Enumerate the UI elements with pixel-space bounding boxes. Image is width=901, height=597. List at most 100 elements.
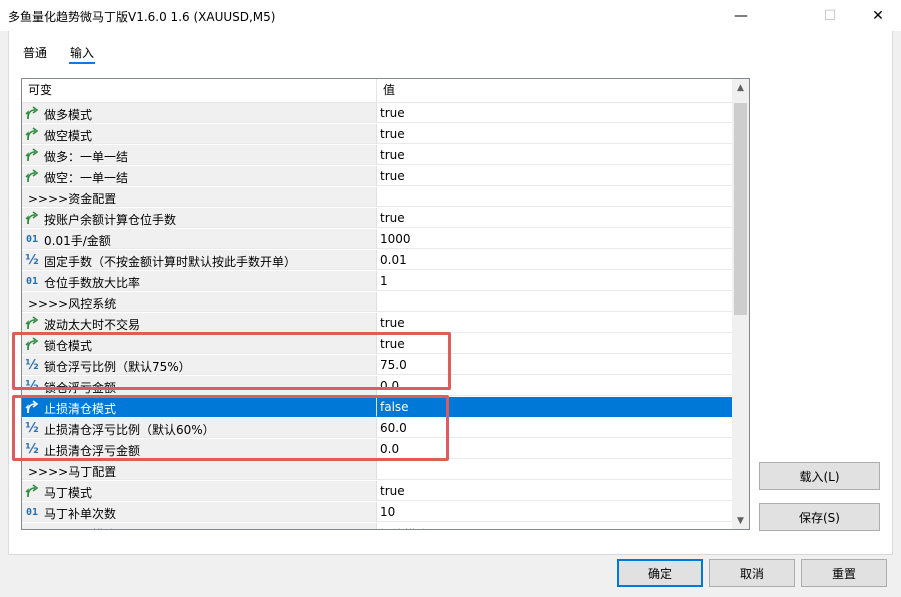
value-cell[interactable]: 1000 <box>377 229 732 249</box>
variable-name: 0.01手/金额 <box>44 234 111 248</box>
variable-value: true <box>380 316 405 330</box>
value-cell[interactable]: 0.01 <box>377 250 732 270</box>
active-tab-indicator <box>69 62 95 64</box>
variable-value: 0.01 <box>380 253 407 267</box>
variable-cell[interactable]: 01 仓位手数放大比率 <box>22 271 377 291</box>
value-cell[interactable] <box>377 292 732 312</box>
bool-arrow-icon <box>24 315 40 331</box>
value-cell[interactable] <box>377 187 732 207</box>
vertical-scrollbar[interactable]: ▲ ▼ <box>732 79 749 529</box>
variable-value: true <box>380 211 405 225</box>
double-icon: ½ <box>25 252 39 268</box>
close-button[interactable]: ✕ <box>855 0 901 31</box>
title-bar: 多鱼量化趋势微马丁版V1.6.0 1.6 (XAUUSD,M5) — ☐ ✕ <box>0 0 901 31</box>
save-button[interactable]: 保存(S) <box>759 503 880 531</box>
grid-row[interactable]: 按账户余额计算仓位手数 true <box>22 208 732 229</box>
int-icon: 01 <box>25 506 39 518</box>
value-cell[interactable]: true <box>377 145 732 165</box>
variable-name: 仓位手数放大比率 <box>44 276 141 290</box>
variable-value: 10 <box>380 505 396 519</box>
bool-arrow-icon <box>24 483 40 499</box>
ok-button[interactable]: 确定 <box>617 559 703 587</box>
grid-row[interactable]: 做空模式 true <box>22 124 732 145</box>
tab-inputs[interactable]: 输入 <box>70 44 94 61</box>
grid-row[interactable]: 做多模式 true <box>22 103 732 124</box>
variable-cell[interactable]: >>>>风控系统 <box>22 292 377 312</box>
variable-name: >>>>马丁配置 <box>28 465 117 479</box>
bool-arrow-icon <box>24 147 40 163</box>
variable-cell[interactable]: 做空模式 <box>22 124 377 144</box>
grid-header: 可变 值 <box>22 79 732 103</box>
grid-row[interactable]: >>>>资金配置 <box>22 187 732 208</box>
variable-cell[interactable]: 做多模式 <box>22 103 377 123</box>
grid-row[interactable]: >>>>马丁配置 <box>22 460 732 481</box>
variable-cell[interactable]: 马丁模式 <box>22 481 377 501</box>
int-icon: 01 <box>25 233 39 245</box>
bool-arrow-icon <box>24 210 40 226</box>
column-header-variable[interactable]: 可变 <box>22 79 377 102</box>
value-cell[interactable]: true <box>377 166 732 186</box>
scroll-down-arrow-icon[interactable]: ▼ <box>732 512 749 529</box>
variable-cell[interactable]: 波动太大时不交易 <box>22 313 377 333</box>
cancel-button[interactable]: 取消 <box>709 559 795 587</box>
grid-row[interactable]: ½ 固定手数（不按金额计算时默认按此手数开单） 0.01 <box>22 250 732 271</box>
bool-arrow-icon <box>24 105 40 121</box>
variable-cell[interactable]: 做多：一单一结 <box>22 145 377 165</box>
bool-arrow-icon <box>24 126 40 142</box>
variable-name: 做多模式 <box>44 108 93 122</box>
variable-cell[interactable]: 做空：一单一结 <box>22 166 377 186</box>
variable-name: 做空模式 <box>44 129 93 143</box>
variable-name: >>>>风控系统 <box>28 297 117 311</box>
load-button[interactable]: 载入(L) <box>759 462 880 490</box>
grid-row[interactable]: 01 0.01手/金额 1000 <box>22 229 732 250</box>
variable-name: >>>>资金配置 <box>28 192 117 206</box>
grid-row[interactable]: 01 仓位手数放大比率 1 <box>22 271 732 292</box>
variable-cell[interactable]: >>>>资金配置 <box>22 187 377 207</box>
column-header-value[interactable]: 值 <box>377 79 732 102</box>
grid-row[interactable]: 做多：一单一结 true <box>22 145 732 166</box>
variable-value: 1000 <box>380 232 411 246</box>
dialog-footer: 确定 取消 重置 <box>0 555 901 597</box>
variable-name: 马丁补单次数 <box>44 507 117 521</box>
variable-name: 马丁模式 <box>44 486 93 500</box>
grid-row[interactable]: 01 马丁补单次数 10 <box>22 502 732 523</box>
variable-value: true <box>380 484 405 498</box>
value-cell[interactable]: 1 <box>377 271 732 291</box>
value-cell[interactable]: true <box>377 208 732 228</box>
grid-row[interactable]: ☰ 马丁间隔模式 智能模式 <box>22 523 732 529</box>
minimize-button[interactable]: — <box>718 0 764 31</box>
bool-arrow-icon <box>24 168 40 184</box>
tab-general[interactable]: 普通 <box>23 44 47 61</box>
scroll-up-arrow-icon[interactable]: ▲ <box>732 79 749 96</box>
value-cell[interactable]: 智能模式 <box>377 523 732 529</box>
variable-cell[interactable]: >>>>马丁配置 <box>22 460 377 480</box>
value-cell[interactable]: true <box>377 124 732 144</box>
highlight-box-stoploss <box>12 395 449 461</box>
grid-row[interactable]: >>>>风控系统 <box>22 292 732 313</box>
variable-name: 做空：一单一结 <box>44 171 129 185</box>
grid-row[interactable]: 做空：一单一结 true <box>22 166 732 187</box>
grid-row[interactable]: 马丁模式 true <box>22 481 732 502</box>
reset-button[interactable]: 重置 <box>801 559 887 587</box>
variable-value: true <box>380 127 405 141</box>
variable-cell[interactable]: 按账户余额计算仓位手数 <box>22 208 377 228</box>
inputs-grid[interactable]: 可变 值 做多模式 true 做空模式 true 做多：一单一结 true 做空：一单一结 t… <box>21 78 750 530</box>
value-cell[interactable] <box>377 460 732 480</box>
highlight-box-lock <box>12 332 451 390</box>
variable-cell[interactable]: ½ 固定手数（不按金额计算时默认按此手数开单） <box>22 250 377 270</box>
window-title: 多鱼量化趋势微马丁版V1.6.0 1.6 (XAUUSD,M5) <box>8 10 276 24</box>
value-cell[interactable]: 10 <box>377 502 732 522</box>
variable-value: 1 <box>380 274 388 288</box>
variable-name: 做多：一单一结 <box>44 150 129 164</box>
value-cell[interactable]: true <box>377 103 732 123</box>
scroll-thumb[interactable] <box>734 103 747 315</box>
value-cell[interactable]: true <box>377 481 732 501</box>
grid-row[interactable]: 波动太大时不交易 true <box>22 313 732 334</box>
value-cell[interactable]: true <box>377 313 732 333</box>
variable-cell[interactable]: 01 马丁补单次数 <box>22 502 377 522</box>
variable-cell[interactable]: ☰ 马丁间隔模式 <box>22 523 377 529</box>
variable-value: true <box>380 169 405 183</box>
int-icon: 01 <box>25 275 39 287</box>
variable-name: 固定手数（不按金额计算时默认按此手数开单） <box>44 255 297 269</box>
variable-cell[interactable]: 01 0.01手/金额 <box>22 229 377 249</box>
